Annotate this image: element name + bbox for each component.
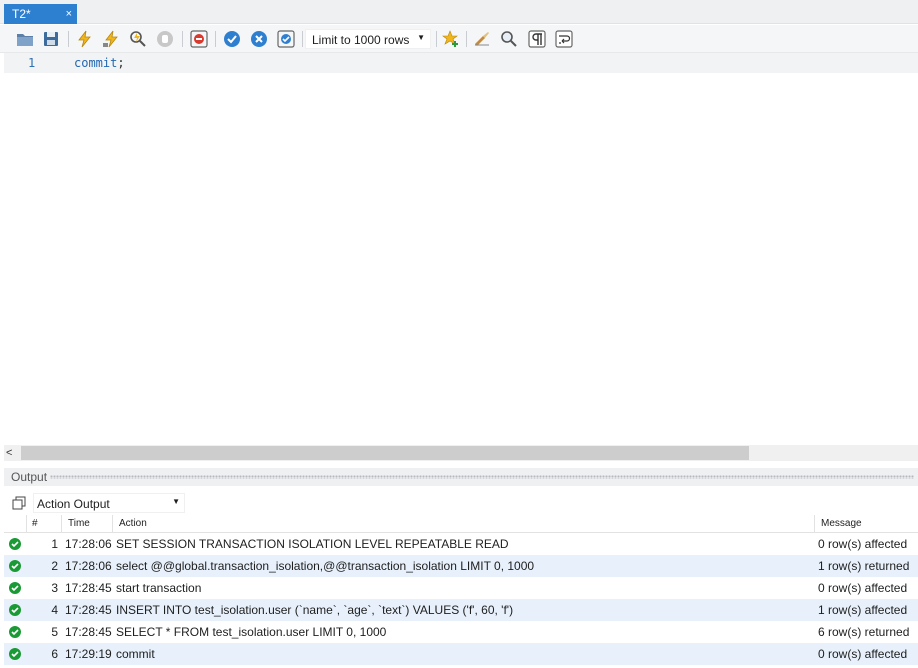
row-number: 2 xyxy=(51,559,58,573)
output-panel-title: Output xyxy=(11,470,48,484)
sql-keyword: commit xyxy=(74,56,118,70)
rollback-icon[interactable] xyxy=(249,29,269,49)
table-row[interactable]: 2 17:28:06 select @@global.transaction_i… xyxy=(4,555,918,577)
code-line[interactable]: commit; xyxy=(74,56,125,70)
table-row[interactable]: 3 17:28:45 start transaction 0 row(s) af… xyxy=(4,577,918,599)
toggle-error-icon[interactable] xyxy=(189,29,209,49)
column-header-action[interactable]: Action xyxy=(119,518,147,529)
row-message: 0 row(s) affected xyxy=(818,537,908,551)
row-number: 5 xyxy=(51,625,58,639)
output-type-select[interactable]: Action Output ▼ xyxy=(33,493,185,513)
panel-grip[interactable] xyxy=(50,475,914,479)
success-check-icon xyxy=(9,538,21,550)
success-check-icon xyxy=(9,626,21,638)
output-toolbar: Action Output ▼ xyxy=(4,489,918,515)
invisible-chars-icon[interactable] xyxy=(527,29,547,49)
row-action: start transaction xyxy=(116,581,202,595)
toolbar-separator xyxy=(466,31,467,47)
limit-rows-value: Limit to 1000 rows xyxy=(312,33,410,47)
success-check-icon xyxy=(9,604,21,616)
column-header-num[interactable]: # xyxy=(32,518,38,529)
execute-icon[interactable] xyxy=(75,29,95,49)
tab-query-t2[interactable]: T2* × xyxy=(4,4,77,24)
toolbar-separator xyxy=(182,31,183,47)
row-action: SET SESSION TRANSACTION ISOLATION LEVEL … xyxy=(116,537,509,551)
sql-editor[interactable]: 1 commit; xyxy=(4,53,918,445)
explain-icon[interactable] xyxy=(128,29,148,49)
success-check-icon xyxy=(9,560,21,572)
table-row[interactable]: 1 17:28:06 SET SESSION TRANSACTION ISOLA… xyxy=(4,533,918,555)
row-time: 17:28:06 xyxy=(65,559,112,573)
scrollbar-thumb[interactable] xyxy=(21,446,749,460)
find-icon[interactable] xyxy=(499,29,519,49)
row-number: 3 xyxy=(51,581,58,595)
execute-current-icon[interactable] xyxy=(101,29,121,49)
column-header-message[interactable]: Message xyxy=(821,518,862,529)
column-divider[interactable] xyxy=(112,515,113,533)
wrap-lines-icon[interactable] xyxy=(554,29,574,49)
row-number: 4 xyxy=(51,603,58,617)
open-file-icon[interactable] xyxy=(15,29,35,49)
save-icon[interactable] xyxy=(41,29,61,49)
autocommit-icon[interactable] xyxy=(276,29,296,49)
scroll-left-arrow-icon[interactable]: < xyxy=(6,445,12,461)
editor-current-line[interactable]: 1 commit; xyxy=(4,53,918,73)
copy-icon[interactable] xyxy=(12,496,26,510)
tab-label: T2* xyxy=(12,7,31,21)
table-row[interactable]: 5 17:28:45 SELECT * FROM test_isolation.… xyxy=(4,621,918,643)
row-time: 17:28:45 xyxy=(65,625,112,639)
sql-punctuation: ; xyxy=(117,56,125,70)
table-row[interactable]: 6 17:29:19 commit 0 row(s) affected xyxy=(4,643,918,665)
horizontal-scrollbar[interactable]: < xyxy=(4,445,918,461)
row-message: 1 row(s) affected xyxy=(818,603,908,617)
line-number: 1 xyxy=(28,56,36,70)
row-time: 17:29:19 xyxy=(65,647,112,661)
sql-editor-toolbar: Limit to 1000 rows ▼ xyxy=(0,25,918,53)
beautify-icon[interactable] xyxy=(472,29,492,49)
output-type-value: Action Output xyxy=(37,497,110,511)
column-divider[interactable] xyxy=(61,515,62,533)
chevron-down-icon: ▼ xyxy=(172,497,180,506)
row-action: select @@global.transaction_isolation,@@… xyxy=(116,559,535,573)
table-header: # Time Action Message xyxy=(4,515,918,533)
add-snippet-icon[interactable] xyxy=(441,29,461,49)
row-action: commit xyxy=(116,647,155,661)
stop-icon[interactable] xyxy=(155,29,175,49)
row-action: SELECT * FROM test_isolation.user LIMIT … xyxy=(116,625,387,639)
row-number: 1 xyxy=(51,537,58,551)
row-message: 6 row(s) returned xyxy=(818,625,910,639)
column-divider[interactable] xyxy=(26,515,27,533)
row-time: 17:28:06 xyxy=(65,537,112,551)
limit-rows-select[interactable]: Limit to 1000 rows ▼ xyxy=(305,29,431,49)
success-check-icon xyxy=(9,582,21,594)
toolbar-separator xyxy=(68,31,69,47)
row-message: 0 row(s) affected xyxy=(818,581,908,595)
row-time: 17:28:45 xyxy=(65,603,112,617)
row-message: 1 row(s) returned xyxy=(818,559,910,573)
commit-icon[interactable] xyxy=(222,29,242,49)
row-message: 0 row(s) affected xyxy=(818,647,908,661)
success-check-icon xyxy=(9,648,21,660)
tab-strip: T2* × xyxy=(0,0,918,24)
toolbar-separator xyxy=(215,31,216,47)
close-tab-icon[interactable]: × xyxy=(66,7,72,21)
row-action: INSERT INTO test_isolation.user (`name`,… xyxy=(116,603,514,617)
output-panel-header: Output xyxy=(4,468,918,486)
chevron-down-icon: ▼ xyxy=(417,33,425,42)
toolbar-separator xyxy=(436,31,437,47)
row-number: 6 xyxy=(51,647,58,661)
column-header-time[interactable]: Time xyxy=(68,518,90,529)
row-time: 17:28:45 xyxy=(65,581,112,595)
column-divider[interactable] xyxy=(814,515,815,533)
action-output-table: # Time Action Message 1 17:28:06 SET SES… xyxy=(4,515,918,668)
table-row[interactable]: 4 17:28:45 INSERT INTO test_isolation.us… xyxy=(4,599,918,621)
toolbar-separator xyxy=(302,31,303,47)
